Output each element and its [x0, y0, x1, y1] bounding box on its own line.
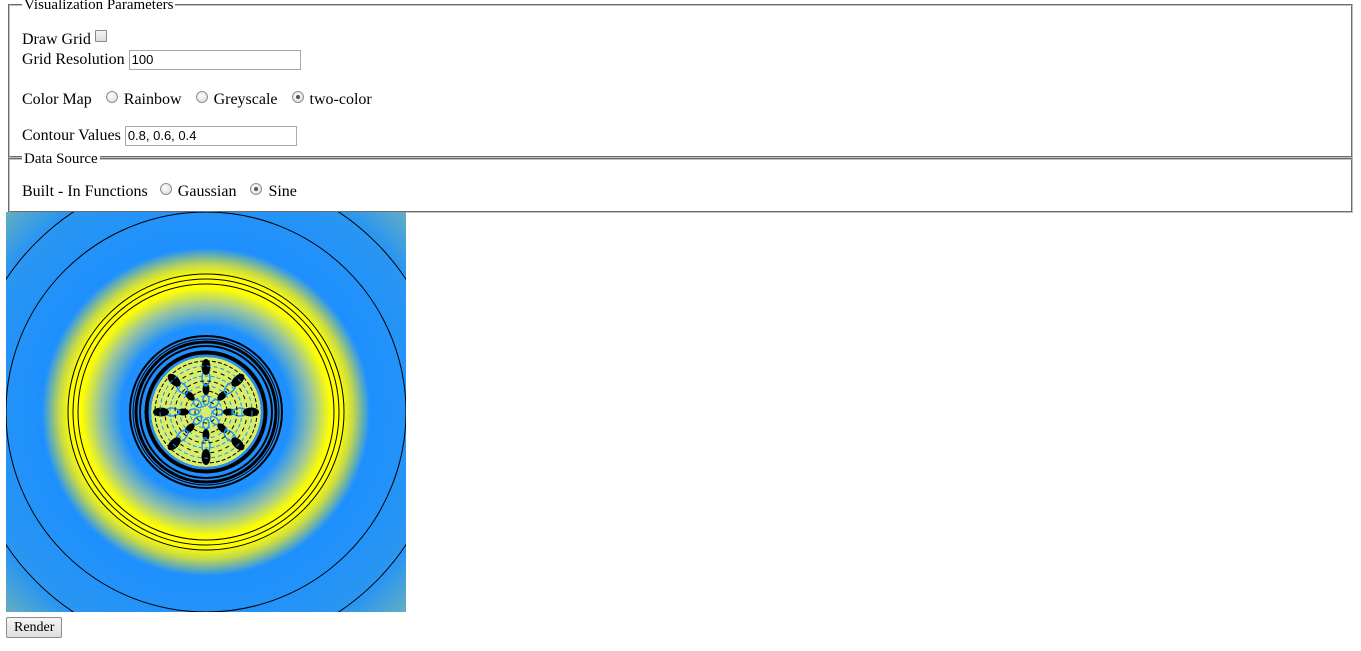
builtin-functions-row: Built - In Functions Gaussian Sine	[22, 182, 305, 202]
data-source-legend: Data Source	[22, 150, 100, 168]
visualization-canvas[interactable]	[6, 212, 406, 612]
render-button[interactable]: Render	[6, 617, 63, 638]
grid-resolution-input[interactable]: 100	[128, 50, 301, 70]
contour-values-label: Contour Values	[22, 127, 121, 144]
color-map-two-color-radio[interactable]	[291, 91, 304, 103]
builtin-functions-label: Built - In Functions	[22, 183, 148, 200]
gaussian-label[interactable]: Gaussian	[178, 183, 237, 200]
gaussian-radio[interactable]	[159, 183, 172, 195]
color-map-greyscale-label[interactable]: Greyscale	[214, 91, 278, 108]
grid-resolution-row: Grid Resolution 100	[22, 50, 301, 70]
draw-grid-checkbox[interactable]	[94, 30, 107, 42]
grid-resolution-label: Grid Resolution	[22, 51, 125, 68]
sine-label[interactable]: Sine	[268, 183, 296, 200]
color-map-rainbow-radio[interactable]	[105, 91, 118, 103]
color-map-label: Color Map	[22, 91, 92, 108]
data-source-fieldset: Data Source Built - In Functions Gaussia…	[8, 150, 1353, 213]
color-map-row: Color Map Rainbow Greyscale two-color	[22, 90, 380, 110]
sine-radio[interactable]	[250, 183, 263, 195]
draw-grid-row: Draw Grid	[22, 30, 107, 50]
contour-values-row: Contour Values 0.8, 0.6, 0.4	[22, 126, 297, 146]
contour-core	[151, 357, 261, 467]
visualization-parameters-legend: Visualization Parameters	[22, 0, 176, 14]
color-map-greyscale-radio[interactable]	[195, 91, 208, 103]
color-map-rainbow-label[interactable]: Rainbow	[124, 91, 182, 108]
draw-grid-label: Draw Grid	[22, 31, 91, 48]
contour-values-input[interactable]: 0.8, 0.6, 0.4	[124, 126, 297, 146]
visualization-parameters-fieldset: Visualization Parameters Draw Grid Grid …	[8, 0, 1353, 158]
color-map-two-color-label[interactable]: two-color	[310, 91, 372, 108]
contour-plot	[6, 212, 406, 612]
